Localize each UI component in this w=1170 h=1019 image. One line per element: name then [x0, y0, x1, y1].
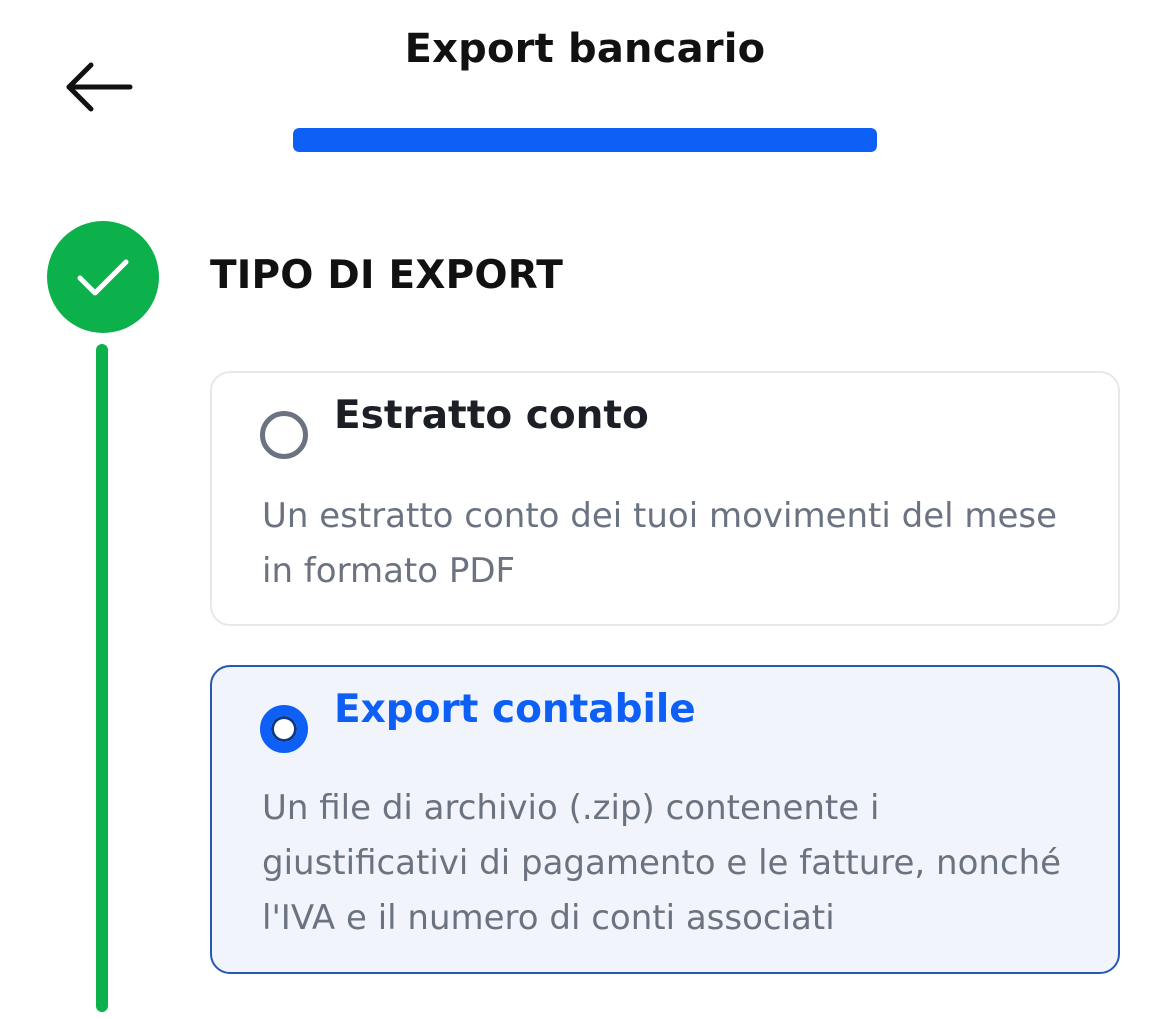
option-label: Export contabile	[334, 687, 696, 732]
option-description: Un file di archivio (.zip) contenente i …	[262, 788, 1062, 938]
radio-selected[interactable]	[260, 705, 308, 753]
option-description: Un estratto conto dei tuoi movimenti del…	[262, 496, 1058, 591]
option-card-export-contabile[interactable]: Export contabile Un file di archivio (.z…	[210, 665, 1120, 974]
checkmark-icon	[77, 259, 129, 296]
option-label: Estratto conto	[334, 393, 649, 438]
progress-bar	[293, 128, 877, 152]
progress-bar-fill	[293, 128, 877, 152]
page-title: Export bancario	[404, 26, 766, 72]
step-complete-indicator	[47, 221, 159, 333]
step-progress-line	[96, 344, 108, 1012]
radio-unselected[interactable]	[260, 411, 308, 459]
section-title: TIPO DI EXPORT	[210, 253, 564, 298]
export-screen: Export bancario TIPO DI EXPORT Estratto …	[0, 0, 1170, 1019]
option-card-estratto-conto[interactable]: Estratto conto Un estratto conto dei tuo…	[210, 371, 1120, 626]
